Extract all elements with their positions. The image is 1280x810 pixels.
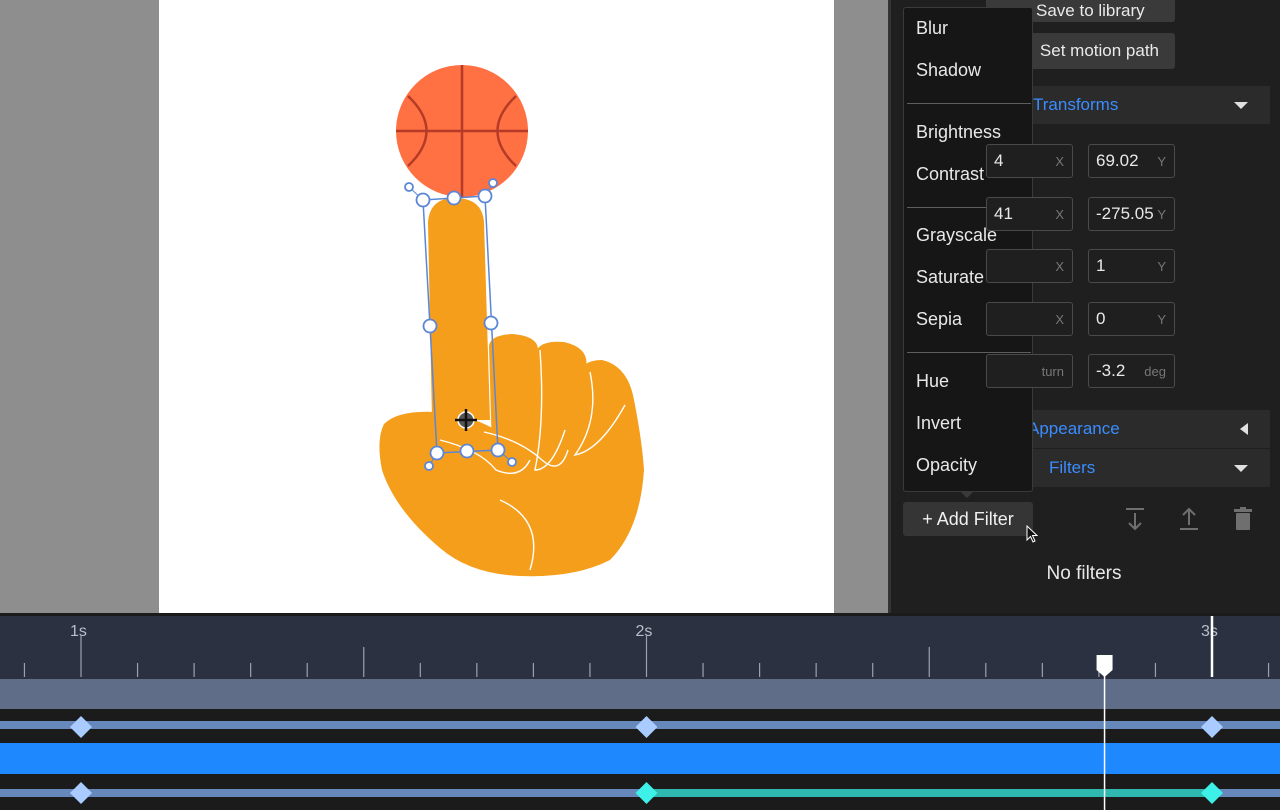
time-label: 1s <box>70 623 87 640</box>
field-unit: X <box>1055 153 1064 169</box>
timeline[interactable]: 1s 2s 3s <box>0 613 1280 810</box>
hand-illustration[interactable] <box>379 198 644 577</box>
move-up-icon[interactable] <box>1177 506 1201 532</box>
appearance-title: Appearance <box>1028 419 1120 438</box>
filter-menu-item-sepia[interactable]: Sepia <box>916 309 962 330</box>
no-filters-message: No filters <box>1046 563 1122 584</box>
field-unit: X <box>1055 311 1064 327</box>
set-motion-path-label: Set motion path <box>1039 41 1159 60</box>
field-unit: Y <box>1157 153 1166 169</box>
transform-x-field[interactable]: 4X <box>986 144 1073 178</box>
filter-menu-item-grayscale[interactable]: Grayscale <box>916 225 997 246</box>
field-value: 0 <box>1096 309 1106 328</box>
menu-divider <box>907 352 1031 353</box>
field-value: -3.2 <box>1096 361 1126 380</box>
field-unit: Y <box>1157 258 1166 274</box>
time-ruler[interactable]: 1s 2s 3s <box>0 616 1280 679</box>
field-unit: X <box>1055 206 1064 222</box>
time-label: 2s <box>635 623 653 640</box>
field-unit: X <box>1055 258 1064 274</box>
field-value: 4 <box>994 151 1004 170</box>
transform-x-field[interactable]: 41 X <box>986 197 1073 231</box>
menu-pointer-arrow <box>960 491 974 498</box>
trash-icon[interactable] <box>1231 506 1255 532</box>
transform-y-field[interactable]: -275.05 Y <box>1088 197 1175 231</box>
transform-y-field[interactable]: -3.2 deg <box>1088 354 1175 388</box>
chevron-down-icon <box>1234 101 1248 109</box>
canvas-area[interactable] <box>0 0 888 613</box>
filters-title: Filters <box>1049 458 1096 477</box>
field-unit: Y <box>1157 206 1166 222</box>
filter-menu-item-opacity[interactable]: Opacity <box>916 455 977 476</box>
filter-menu-item-brightness[interactable]: Brightness <box>916 122 1001 143</box>
field-value: 69.02 <box>1096 151 1139 170</box>
artwork[interactable] <box>0 0 888 613</box>
filter-menu-item-contrast[interactable]: Contrast <box>916 164 984 185</box>
field-unit: turn <box>1041 363 1064 379</box>
transform-y-field[interactable]: 1Y <box>1088 249 1175 283</box>
filter-menu-item-blur[interactable]: Blur <box>916 18 948 39</box>
transform-x-field[interactable]: X <box>986 249 1073 283</box>
transform-x-field[interactable]: turn <box>986 354 1073 388</box>
transforms-title: Transforms <box>1033 95 1119 114</box>
mouse-pointer-icon <box>1026 525 1039 543</box>
basketball[interactable] <box>396 65 528 197</box>
add-filter-button[interactable]: + Add Filter <box>903 502 1033 536</box>
filter-menu-item-invert[interactable]: Invert <box>916 413 961 434</box>
transform-y-field[interactable]: 69.02 Y <box>1088 144 1175 178</box>
add-filter-label: + Add Filter <box>922 508 1014 529</box>
time-label: 3s <box>1201 623 1218 640</box>
transform-y-field[interactable]: 0Y <box>1088 302 1175 336</box>
field-value: 1 <box>1096 256 1106 275</box>
filter-menu-item-saturate[interactable]: Saturate <box>916 267 984 288</box>
chevron-left-icon <box>1240 423 1248 435</box>
field-value: 41 <box>994 204 1013 223</box>
field-unit: Y <box>1157 311 1166 327</box>
transform-x-field[interactable]: X <box>986 302 1073 336</box>
move-down-icon[interactable] <box>1123 506 1147 532</box>
filter-menu-item-hue[interactable]: Hue <box>916 371 949 392</box>
chevron-down-icon <box>1234 464 1248 472</box>
field-value: -275.05 <box>1096 204 1154 223</box>
save-to-library-label: Save to library <box>1036 1 1145 20</box>
field-unit: deg <box>1144 363 1166 379</box>
menu-divider <box>907 103 1031 104</box>
filter-menu-item-shadow[interactable]: Shadow <box>916 60 981 81</box>
